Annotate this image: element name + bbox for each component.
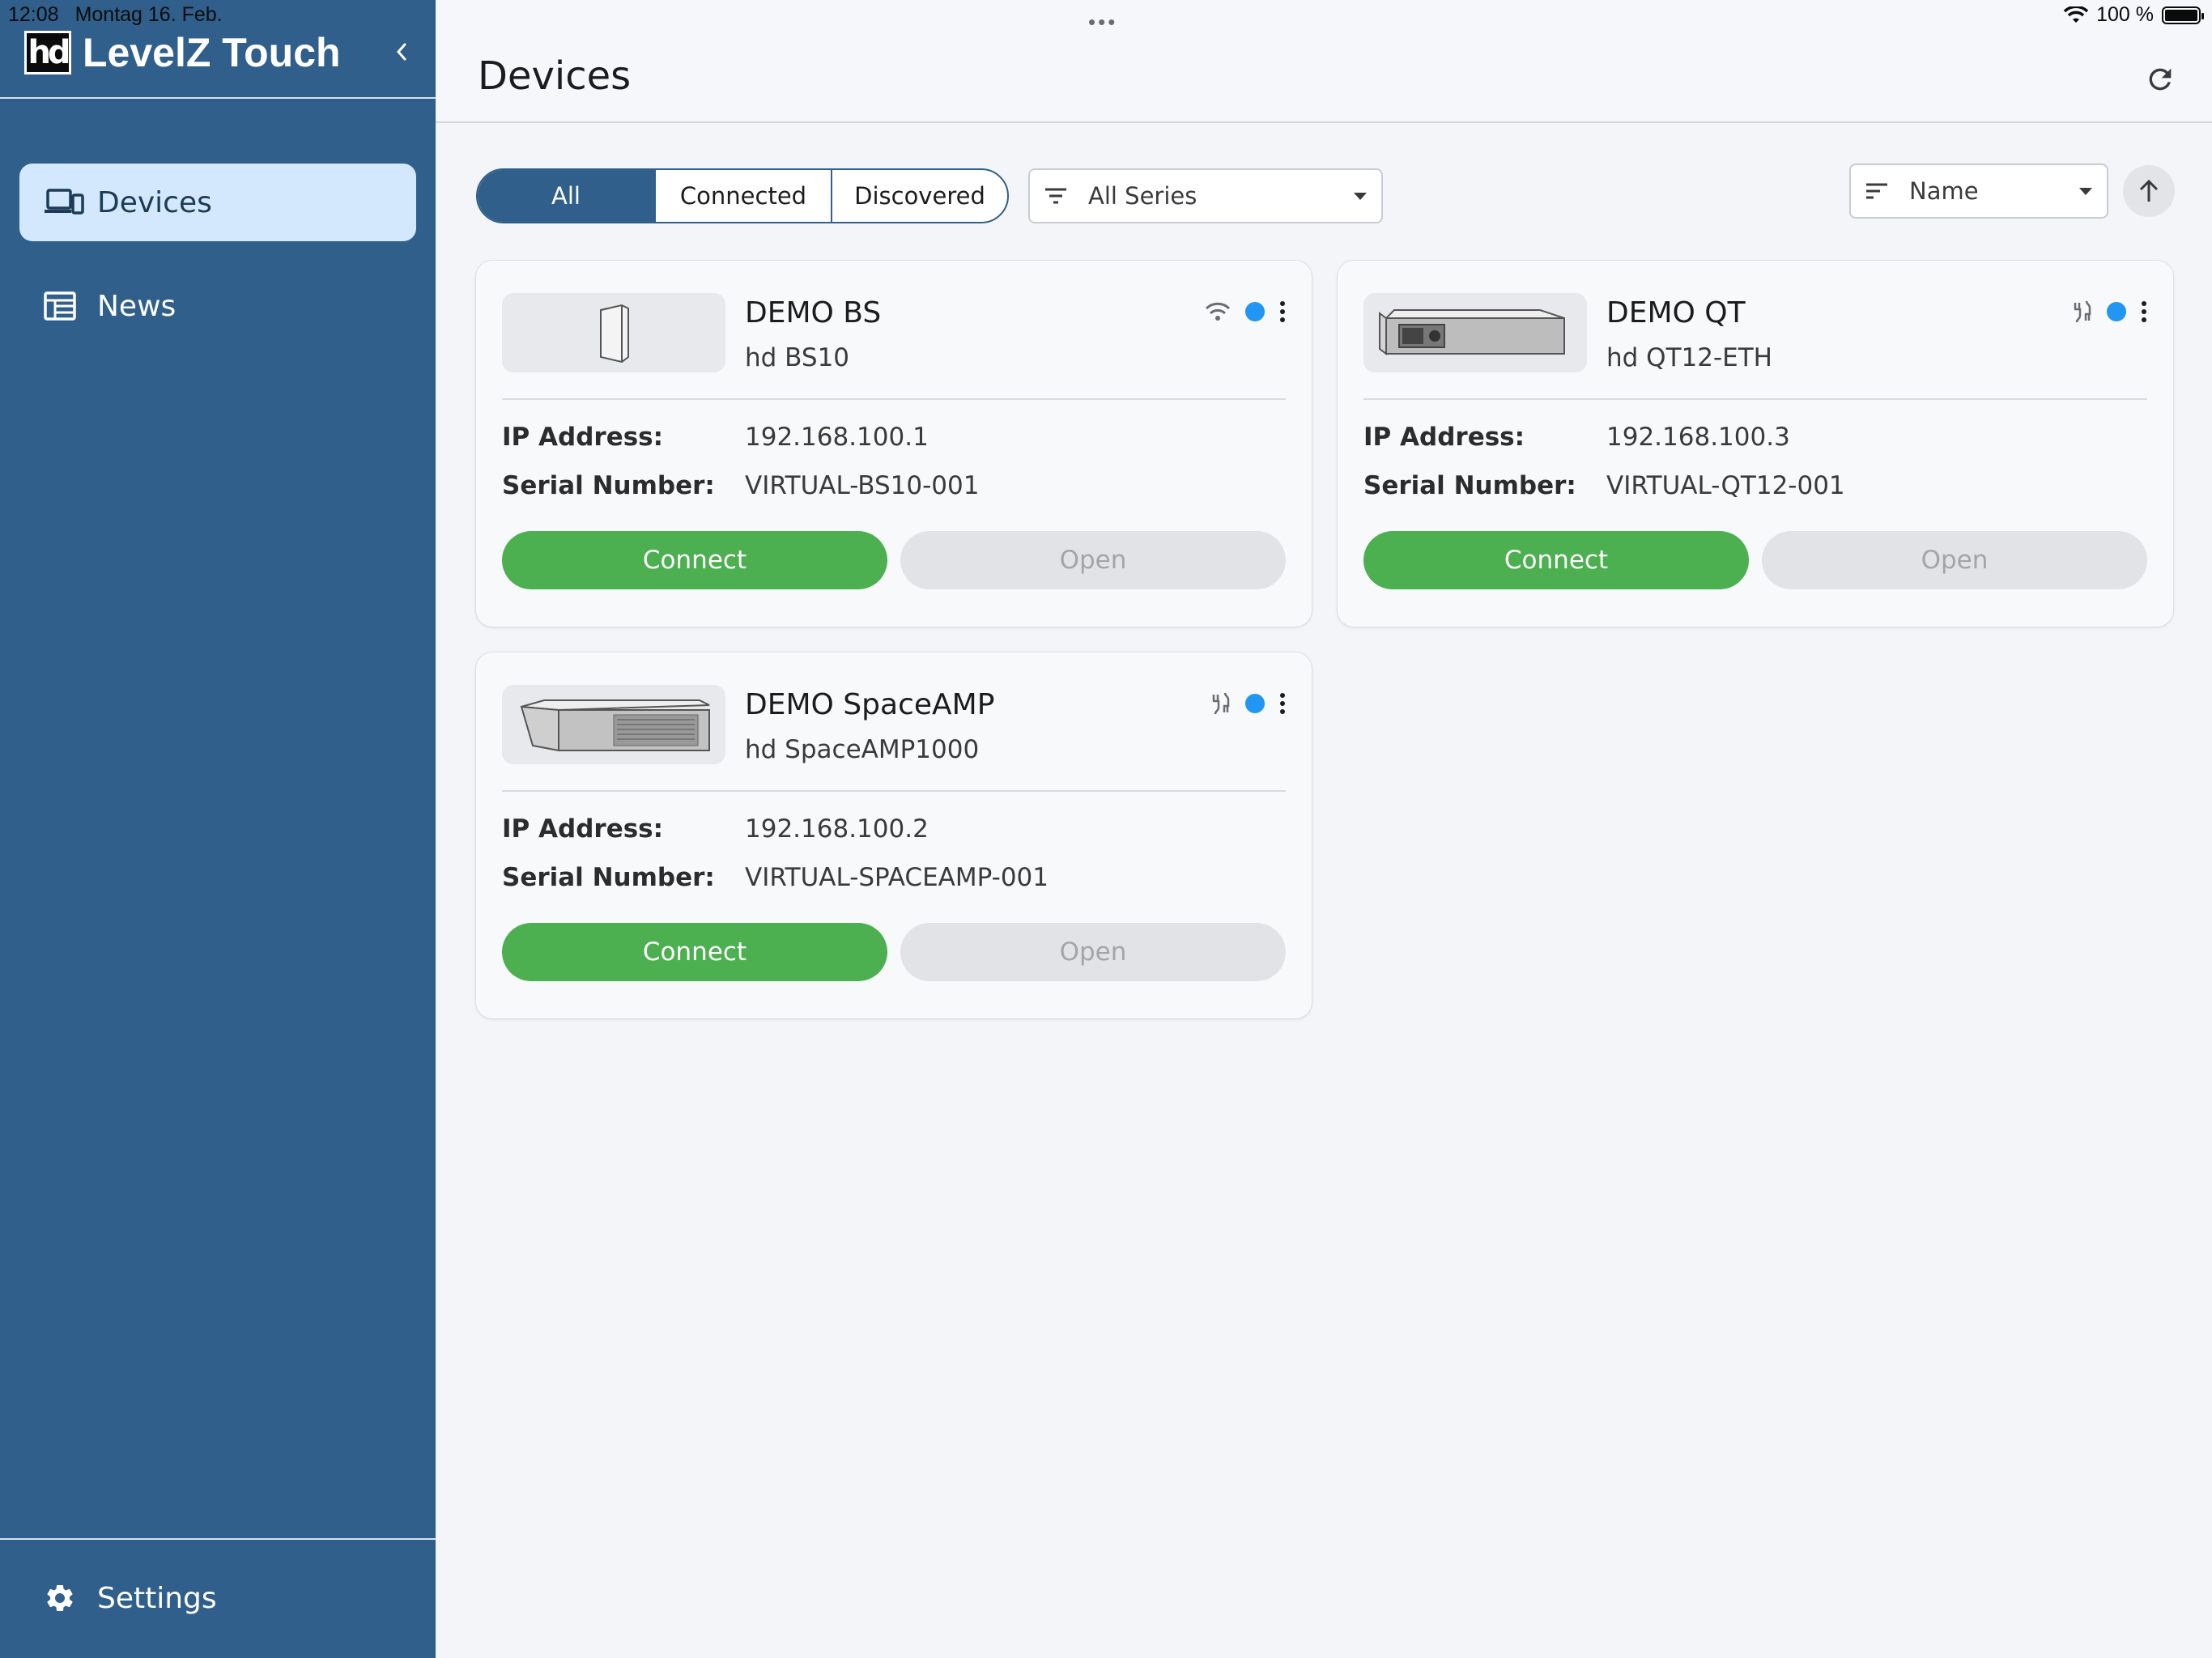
wifi-icon <box>1205 302 1231 321</box>
sort-icon <box>1865 182 1893 200</box>
connect-button[interactable]: Connect <box>1363 531 1749 589</box>
refresh-icon <box>2149 68 2172 91</box>
status-indicator <box>1245 302 1265 321</box>
app-title: LevelZ Touch <box>83 30 341 75</box>
status-indicator <box>1245 694 1265 713</box>
device-card: DEMO QT hd QT12-ETH IP Address: 192.168.… <box>1338 261 2173 627</box>
ip-label: IP Address: <box>502 814 664 844</box>
app-header: Devices <box>436 0 2212 123</box>
brand: hd LevelZ Touch <box>24 29 341 76</box>
sidebar-divider <box>0 1538 436 1540</box>
device-model: hd SpaceAMP1000 <box>745 735 980 764</box>
collapse-sidebar-button[interactable] <box>387 36 416 68</box>
serial-label: Serial Number: <box>502 863 715 892</box>
chevron-down-icon <box>1354 192 1367 200</box>
device-model: hd QT12-ETH <box>1606 343 1772 372</box>
device-status-icons <box>1203 300 1287 324</box>
device-card: DEMO BS hd BS10 IP Address: 192.168.100.… <box>476 261 1312 627</box>
multitasking-grabber[interactable]: ••• <box>1088 10 1117 35</box>
ip-value: 192.168.100.1 <box>745 423 929 452</box>
wifi-status-icon <box>2064 6 2089 23</box>
serial-row: Serial Number: VIRTUAL-BS10-001 <box>502 471 979 500</box>
news-icon <box>44 290 84 322</box>
sort-select[interactable]: Name <box>1849 164 2108 219</box>
serial-row: Serial Number: VIRTUAL-QT12-001 <box>1363 471 1845 500</box>
connect-button[interactable]: Connect <box>502 531 887 589</box>
page-title: Devices <box>478 53 632 99</box>
clock: 12:08 <box>8 3 59 26</box>
sidebar-item-settings[interactable]: Settings <box>19 1559 416 1637</box>
battery-percent: 100 % <box>2096 3 2154 26</box>
sidebar-item-devices[interactable]: Devices <box>19 164 416 241</box>
segment-connected[interactable]: Connected <box>654 170 831 222</box>
open-button[interactable]: Open <box>900 923 1286 981</box>
settings-label: Settings <box>97 1581 217 1615</box>
serial-label: Serial Number: <box>502 471 715 500</box>
serial-value: VIRTUAL-SPACEAMP-001 <box>745 863 1049 892</box>
segment-all[interactable]: All <box>478 170 654 222</box>
more-vert-icon[interactable] <box>1278 300 1287 324</box>
devices-icon <box>44 186 84 219</box>
device-name: DEMO BS <box>745 296 882 329</box>
brand-logo-text: hd <box>28 34 70 71</box>
device-name: DEMO QT <box>1606 296 1746 329</box>
device-name: DEMO SpaceAMP <box>745 688 995 721</box>
connection-filter: All Connected Discovered <box>476 168 1009 223</box>
date: Montag 16. Feb. <box>74 3 223 26</box>
sort-select-value: Name <box>1909 177 1979 205</box>
card-divider <box>502 398 1286 400</box>
device-status-icons <box>2069 300 2149 324</box>
open-button[interactable]: Open <box>1762 531 2147 589</box>
ip-row: IP Address: 192.168.100.1 <box>502 423 929 452</box>
arrow-up-icon <box>2139 179 2159 202</box>
status-time: 12:08 Montag 16. Feb. <box>8 3 239 27</box>
device-image <box>502 685 725 764</box>
card-divider <box>502 790 1286 792</box>
status-right: 100 % <box>2064 3 2204 27</box>
filter-icon <box>1044 187 1072 205</box>
device-card: DEMO SpaceAMP hd SpaceAMP1000 IP Address… <box>476 653 1312 1018</box>
sidebar-item-label: News <box>97 289 177 323</box>
segment-discovered[interactable]: Discovered <box>831 170 1007 222</box>
sidebar-item-label: Devices <box>97 185 212 219</box>
chevron-down-icon <box>2079 187 2092 195</box>
series-select[interactable]: All Series <box>1028 168 1383 223</box>
ethernet-icon <box>2074 300 2091 323</box>
device-model: hd BS10 <box>745 343 850 372</box>
brand-logo: hd <box>24 31 71 74</box>
battery-icon <box>2162 6 2204 24</box>
sidebar-divider <box>0 97 436 99</box>
serial-value: VIRTUAL-BS10-001 <box>745 471 980 500</box>
more-vert-icon[interactable] <box>2139 300 2149 324</box>
ip-value: 192.168.100.2 <box>745 814 929 844</box>
series-select-value: All Series <box>1088 182 1197 210</box>
ip-label: IP Address: <box>502 423 664 452</box>
battery-fill <box>2165 9 2197 21</box>
chevron-left-icon <box>396 43 406 61</box>
ip-row: IP Address: 192.168.100.2 <box>502 814 929 844</box>
gear-icon <box>44 1582 84 1614</box>
sidebar-item-news[interactable]: News <box>19 267 416 345</box>
ethernet-icon <box>1212 692 1230 715</box>
status-indicator <box>2107 302 2126 321</box>
connect-button[interactable]: Connect <box>502 923 887 981</box>
more-vert-icon[interactable] <box>1278 691 1287 716</box>
refresh-button[interactable] <box>2141 60 2180 99</box>
serial-label: Serial Number: <box>1363 471 1576 500</box>
serial-value: VIRTUAL-QT12-001 <box>1606 471 1845 500</box>
sort-direction-button[interactable] <box>2123 165 2175 217</box>
sidebar: 12:08 Montag 16. Feb. hd LevelZ Touch Dev… <box>0 0 436 1658</box>
ip-value: 192.168.100.3 <box>1606 423 1790 452</box>
open-button[interactable]: Open <box>900 531 1286 589</box>
ip-row: IP Address: 192.168.100.3 <box>1363 423 1790 452</box>
device-image <box>1363 293 1587 372</box>
serial-row: Serial Number: VIRTUAL-SPACEAMP-001 <box>502 863 1049 892</box>
ip-label: IP Address: <box>1363 423 1525 452</box>
device-image <box>502 293 725 372</box>
device-status-icons <box>1208 691 1287 716</box>
card-divider <box>1363 398 2147 400</box>
